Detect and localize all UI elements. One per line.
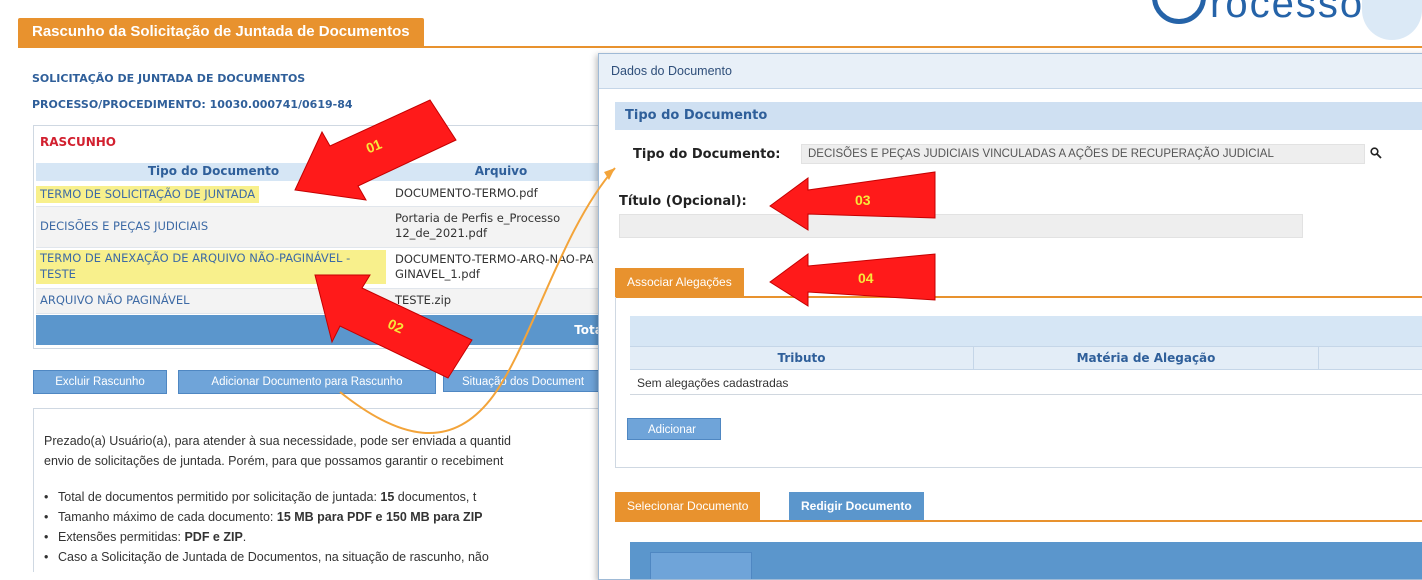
table-row: ARQUIVO NÃO PAGINÁVEL TESTE.zip: [36, 289, 611, 314]
row-tipo[interactable]: ARQUIVO NÃO PAGINÁVEL: [36, 293, 190, 307]
tab-underline: [615, 520, 1422, 522]
total-bar: Total: [36, 315, 611, 345]
table-row: DECISÕES E PEÇAS JUDICIAIS Portaria de P…: [36, 207, 611, 248]
request-subtitle: SOLICITAÇÃO DE JUNTADA DE DOCUMENTOS: [32, 72, 306, 85]
column-divider: [1318, 347, 1319, 369]
info-line-2: envio de solicitações de juntada. Porém,…: [44, 454, 504, 468]
titulo-input[interactable]: [619, 214, 1303, 238]
tab-associar-alegacoes[interactable]: Associar Alegações: [615, 268, 744, 296]
alegacoes-table-caption: [630, 316, 1422, 346]
table-row: TERMO DE ANEXAÇÃO DE ARQUIVO NÃO-PAGINÁV…: [36, 248, 611, 289]
row-arquivo[interactable]: Portaria de Perfis e_Processo 12_de_2021…: [391, 211, 595, 241]
process-number: PROCESSO/PROCEDIMENTO: 10030.000741/0619…: [32, 98, 353, 111]
tab-selecionar-documento[interactable]: Selecionar Documento: [615, 492, 761, 520]
selecionar-panel-tab: [650, 552, 752, 579]
alegacoes-empty-text: Sem alegações cadastradas: [637, 376, 789, 390]
table-row: TERMO DE SOLICITAÇÃO DE JUNTADA DOCUMENT…: [36, 182, 611, 207]
draft-table-header: Tipo do Documento Arquivo: [36, 163, 611, 181]
selecionar-panel-header: [630, 542, 1422, 579]
alegacoes-table-header: Tributo Matéria de Alegação: [630, 346, 1422, 370]
add-alegacao-button[interactable]: Adicionar: [627, 418, 721, 440]
row-tipo[interactable]: TERMO DE SOLICITAÇÃO DE JUNTADA: [36, 186, 260, 203]
row-arquivo[interactable]: DOCUMENTO-TERMO.pdf: [391, 186, 605, 201]
section-header-tipo: Tipo do Documento: [615, 102, 1422, 130]
titulo-label: Título (Opcional):: [619, 194, 747, 209]
info-bullet: Total de documentos permitido por solici…: [44, 490, 476, 504]
info-bullet: Extensões permitidas: PDF e ZIP.: [44, 530, 246, 544]
divider: [630, 394, 1422, 395]
document-status-button[interactable]: Situação dos Document: [443, 370, 613, 392]
column-header-arquivo: Arquivo: [474, 164, 528, 178]
info-bullet: Caso a Solicitação de Juntada de Documen…: [44, 550, 489, 564]
info-line-1: Prezado(a) Usuário(a), para atender à su…: [44, 434, 511, 448]
info-bullet: Tamanho máximo de cada documento: 15 MB …: [44, 510, 482, 524]
add-document-button[interactable]: Adicionar Documento para Rascunho: [178, 370, 436, 394]
arrow-04-label: 04: [858, 270, 874, 286]
column-header-tipo: Tipo do Documento: [147, 164, 280, 178]
row-arquivo[interactable]: DOCUMENTO-TERMO-ARQ-NAO-PAGINAVEL_1.pdf: [391, 252, 595, 282]
arrow-03-label: 03: [855, 192, 871, 208]
column-header-materia: Matéria de Alegação: [1076, 351, 1216, 365]
document-data-dialog: Dados do Documento Tipo do Documento Tip…: [598, 53, 1422, 580]
search-icon[interactable]: [1370, 147, 1382, 159]
row-arquivo[interactable]: TESTE.zip: [391, 293, 451, 308]
tipo-field[interactable]: DECISÕES E PEÇAS JUDICIAIS VINCULADAS A …: [801, 144, 1365, 164]
section-title-tipo: Tipo do Documento: [625, 108, 768, 123]
row-tipo[interactable]: TERMO DE ANEXAÇÃO DE ARQUIVO NÃO-PAGINÁV…: [36, 250, 386, 284]
page-title: Rascunho da Solicitação de Juntada de Do…: [18, 18, 424, 46]
draft-label: RASCUNHO: [40, 135, 117, 149]
row-tipo[interactable]: DECISÕES E PEÇAS JUDICIAIS: [36, 219, 208, 233]
delete-draft-button[interactable]: Excluir Rascunho: [33, 370, 167, 394]
tipo-label: Tipo do Documento:: [633, 147, 781, 162]
tab-redigir-documento[interactable]: Redigir Documento: [789, 492, 924, 520]
dialog-titlebar[interactable]: Dados do Documento: [599, 54, 1422, 89]
dialog-title: Dados do Documento: [611, 64, 732, 78]
column-header-tributo: Tributo: [777, 351, 826, 365]
